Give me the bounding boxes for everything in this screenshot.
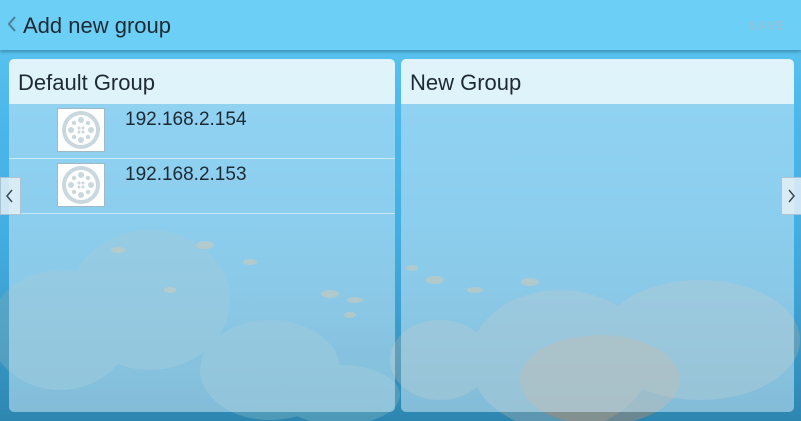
list-item[interactable]: 192.168.2.154 xyxy=(9,104,395,159)
next-page-button[interactable] xyxy=(781,177,801,215)
page-title: Add new group xyxy=(23,13,171,38)
device-ip-label: 192.168.2.153 xyxy=(125,164,247,185)
chevron-left-icon xyxy=(6,189,13,203)
panel-title: New Group xyxy=(401,59,794,104)
list-item[interactable]: 192.168.2.153 xyxy=(9,159,395,214)
led-light-icon xyxy=(57,163,105,207)
led-light-icon xyxy=(57,108,105,152)
top-app-bar: Add new group SAVE xyxy=(0,0,801,50)
device-ip-label: 192.168.2.154 xyxy=(125,109,247,130)
new-group-panel[interactable]: New Group xyxy=(401,59,794,412)
default-group-panel: Default Group 192.168.2.154 192.168.2.15… xyxy=(9,59,395,412)
chevron-right-icon xyxy=(788,189,795,203)
prev-page-button[interactable] xyxy=(0,177,21,215)
panel-title: Default Group xyxy=(9,59,395,104)
save-button[interactable]: SAVE xyxy=(749,18,785,33)
chevron-left-icon[interactable] xyxy=(6,13,18,35)
